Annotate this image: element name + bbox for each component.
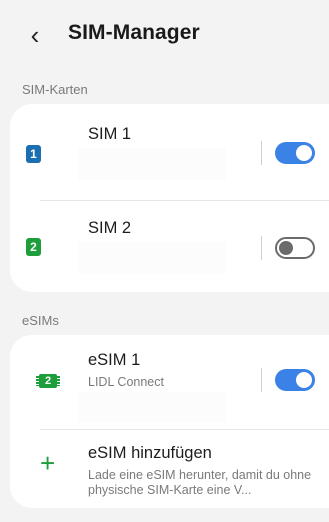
add-esim-title: eSIM hinzufügen [88,444,212,462]
sim-row-1[interactable]: 1 SIM 1 [10,104,329,199]
chevron-left-icon: ‹ [30,20,40,50]
esims-card: 2 eSIM 1 LIDL Connect + eSIM hinzufügen … [10,335,329,508]
sim-row-2[interactable]: 2 SIM 2 [10,201,329,292]
sim-cards-card: 1 SIM 1 2 SIM 2 [10,104,329,292]
sim-1-separator [261,141,262,165]
app-bar: ‹ SIM-Manager [0,0,329,70]
section-label-esims: eSIMs [22,313,59,328]
esim-1-carrier: LIDL Connect [88,375,164,389]
section-label-sim-cards: SIM-Karten [22,82,88,97]
add-esim-description: Lade eine eSIM herunter, damit du ohne p… [88,468,312,497]
esim-1-badge-icon: 2 [36,374,60,388]
sim-1-badge-icon: 1 [26,145,41,163]
toggle-knob [279,241,293,255]
esim-1-toggle[interactable] [275,369,315,391]
sim-2-separator [261,236,262,260]
add-esim-row[interactable]: + eSIM hinzufügen Lade eine eSIM herunte… [10,430,329,508]
esim-1-number-redacted [78,392,226,422]
toggle-knob [296,145,312,161]
plus-icon: + [40,448,56,478]
esim-1-separator [261,368,262,392]
sim-2-badge-icon: 2 [26,238,41,256]
esim-row-1[interactable]: 2 eSIM 1 LIDL Connect [10,335,329,428]
sim-1-title: SIM 1 [88,125,132,143]
esim-1-title: eSIM 1 [88,351,141,369]
sim-2-number-redacted [78,242,226,274]
page-title: SIM-Manager [68,21,200,44]
sim-1-toggle[interactable] [275,142,315,164]
back-button[interactable]: ‹ [22,22,48,48]
sim-2-toggle[interactable] [275,237,315,259]
sim-1-number-redacted [78,148,226,180]
toggle-knob [296,372,312,388]
sim-2-title: SIM 2 [88,219,132,237]
